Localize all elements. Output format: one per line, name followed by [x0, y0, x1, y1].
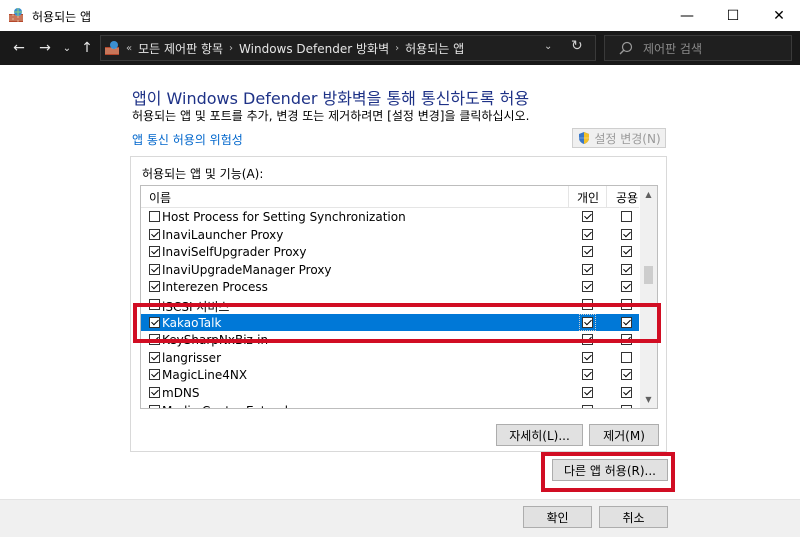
risk-info-link[interactable]: 앱 통신 허용의 위험성	[132, 131, 243, 148]
search-box[interactable]: 제어판 검색	[604, 35, 792, 61]
app-name: InaviUpgradeManager Proxy	[162, 262, 332, 277]
app-enabled-checkbox[interactable]	[149, 246, 160, 258]
recent-locations-button[interactable]: ⌄	[60, 37, 74, 59]
private-network-checkbox[interactable]	[582, 246, 593, 258]
list-item[interactable]: Media Center Extender	[141, 402, 639, 408]
vertical-scrollbar[interactable]: ▲ ▼	[640, 186, 657, 408]
list-header: 이름 개인 공용	[141, 186, 639, 208]
public-network-checkbox[interactable]	[621, 351, 632, 363]
app-name: Interezen Process	[162, 280, 268, 295]
app-name: Host Process for Setting Synchronization	[162, 210, 406, 224]
up-button[interactable]: ↑	[78, 37, 96, 59]
app-enabled-checkbox[interactable]	[149, 228, 160, 240]
private-network-checkbox[interactable]	[582, 228, 593, 240]
list-item[interactable]: mDNS	[141, 384, 639, 402]
allowed-apps-list[interactable]: 이름 개인 공용 Host Process for Setting Synchr…	[140, 185, 658, 409]
list-item[interactable]: InaviLauncher Proxy	[141, 226, 639, 244]
minimize-button[interactable]: —	[664, 0, 710, 31]
breadcrumb-separator[interactable]: ›	[229, 43, 233, 54]
dialog-footer: 확인 취소	[0, 499, 800, 537]
firewall-icon	[9, 8, 23, 22]
change-settings-button[interactable]: 설정 변경(N)	[572, 128, 666, 148]
column-header-public[interactable]: 공용	[616, 189, 638, 206]
main-content: 앱이 Windows Defender 방화벽을 통해 통신하도록 허용 허용되…	[0, 65, 800, 499]
overflow-chevron[interactable]: «	[126, 43, 132, 54]
private-network-checkbox[interactable]	[582, 263, 593, 275]
app-enabled-checkbox[interactable]	[149, 281, 160, 293]
app-name: InaviSelfUpgrader Proxy	[162, 245, 307, 260]
public-network-checkbox[interactable]	[621, 246, 632, 258]
allowed-apps-label: 허용되는 앱 및 기능(A):	[142, 167, 264, 181]
close-button[interactable]: ✕	[756, 0, 800, 31]
private-network-checkbox[interactable]	[582, 369, 593, 381]
search-icon	[619, 41, 633, 55]
private-network-checkbox[interactable]	[582, 404, 593, 408]
list-item[interactable]: Interezen Process	[141, 278, 639, 296]
ok-button[interactable]: 확인	[523, 506, 592, 528]
breadcrumb-separator[interactable]: ›	[395, 43, 399, 54]
title-bar: 허용되는 앱 — ☐ ✕	[0, 0, 800, 31]
public-network-checkbox[interactable]	[621, 369, 632, 381]
uac-shield-icon	[579, 132, 590, 144]
app-name: Media Center Extender	[162, 404, 300, 408]
highlight-box-allow-button	[541, 452, 675, 492]
highlight-box-kakaotalk	[133, 303, 661, 343]
public-network-checkbox[interactable]	[621, 386, 632, 398]
app-enabled-checkbox[interactable]	[149, 369, 160, 381]
navigation-bar: ← → ⌄ ↑ « 모든 제어판 항목 › Windows Defender 방…	[0, 31, 800, 65]
app-name: InaviLauncher Proxy	[162, 227, 284, 242]
address-bar[interactable]: « 모든 제어판 항목 › Windows Defender 방화벽 › 허용되…	[100, 35, 596, 61]
scroll-down-icon[interactable]: ▼	[640, 391, 657, 408]
firewall-icon	[105, 41, 119, 55]
list-item[interactable]: MagicLine4NX	[141, 366, 639, 384]
public-network-checkbox[interactable]	[621, 228, 632, 240]
column-divider[interactable]	[568, 186, 569, 208]
window-title: 허용되는 앱	[32, 10, 92, 24]
app-name: MagicLine4NX	[162, 368, 248, 383]
app-enabled-checkbox[interactable]	[149, 211, 160, 222]
maximize-button[interactable]: ☐	[710, 0, 756, 31]
app-enabled-checkbox[interactable]	[149, 404, 160, 408]
search-input[interactable]: 제어판 검색	[643, 40, 702, 57]
list-item[interactable]: InaviUpgradeManager Proxy	[141, 261, 639, 279]
private-network-checkbox[interactable]	[582, 386, 593, 398]
app-enabled-checkbox[interactable]	[149, 351, 160, 363]
app-name: mDNS	[162, 385, 200, 400]
private-network-checkbox[interactable]	[582, 211, 593, 222]
app-enabled-checkbox[interactable]	[149, 386, 160, 398]
cancel-button[interactable]: 취소	[599, 506, 668, 528]
app-name: langrisser	[162, 350, 221, 365]
list-item[interactable]: InaviSelfUpgrader Proxy	[141, 243, 639, 261]
forward-button[interactable]: →	[36, 37, 54, 59]
private-network-checkbox[interactable]	[582, 281, 593, 293]
column-header-private[interactable]: 개인	[577, 189, 599, 206]
public-network-checkbox[interactable]	[621, 211, 632, 222]
details-button[interactable]: 자세히(L)...	[496, 424, 583, 446]
scrollbar-thumb[interactable]	[644, 266, 653, 284]
remove-button[interactable]: 제거(M)	[589, 424, 659, 446]
breadcrumb-firewall[interactable]: Windows Defender 방화벽	[239, 40, 389, 57]
back-button[interactable]: ←	[10, 37, 28, 59]
public-network-checkbox[interactable]	[621, 404, 632, 408]
breadcrumb-allowed-apps[interactable]: 허용되는 앱	[405, 40, 464, 57]
breadcrumb-control-panel[interactable]: 모든 제어판 항목	[138, 40, 223, 57]
public-network-checkbox[interactable]	[621, 263, 632, 275]
page-title: 앱이 Windows Defender 방화벽을 통해 통신하도록 허용	[132, 89, 530, 108]
scroll-up-icon[interactable]: ▲	[640, 186, 657, 203]
column-divider[interactable]	[606, 186, 607, 208]
address-dropdown-icon[interactable]: ⌄	[544, 41, 552, 52]
column-header-name[interactable]: 이름	[149, 189, 171, 206]
list-item[interactable]: Host Process for Setting Synchronization	[141, 208, 639, 226]
public-network-checkbox[interactable]	[621, 281, 632, 293]
page-description: 허용되는 앱 및 포트를 추가, 변경 또는 제거하려면 [설정 변경]을 클릭…	[132, 109, 530, 123]
change-settings-label: 설정 변경(N)	[594, 131, 661, 146]
refresh-icon[interactable]: ↻	[571, 38, 583, 54]
private-network-checkbox[interactable]	[582, 351, 593, 363]
app-enabled-checkbox[interactable]	[149, 263, 160, 275]
list-item[interactable]: langrisser	[141, 349, 639, 367]
